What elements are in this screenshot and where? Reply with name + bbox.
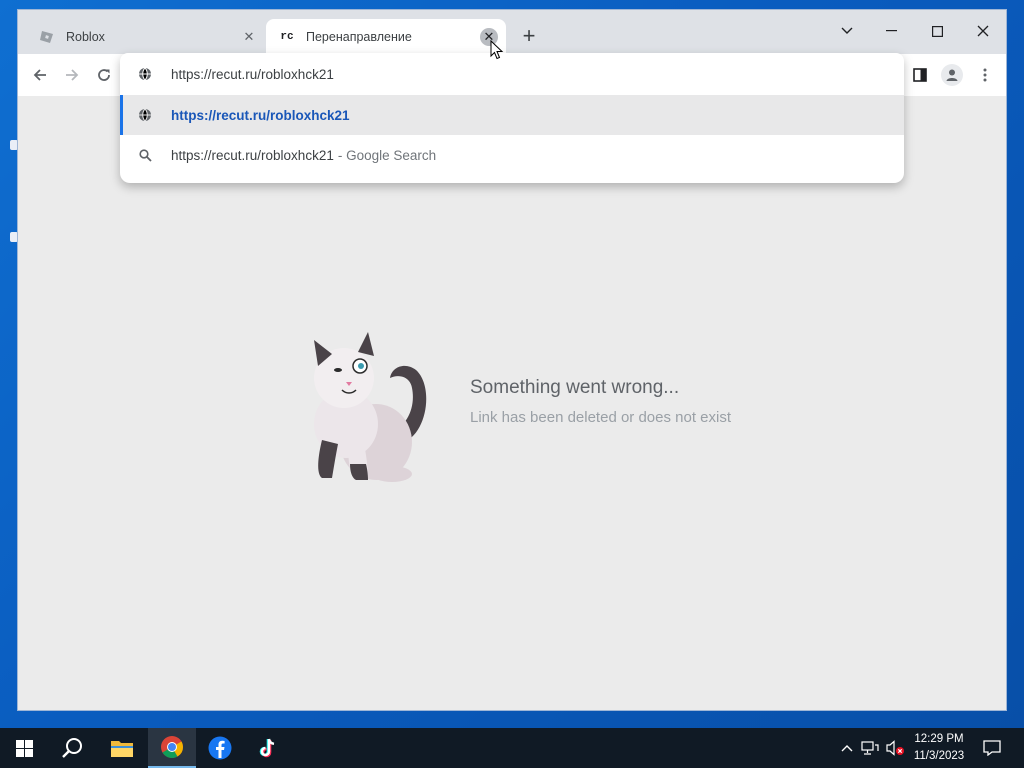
suggestion-suffix: - Google Search (337, 147, 437, 163)
tab-close-icon[interactable]: ✕ (240, 28, 258, 46)
reload-icon[interactable] (92, 63, 116, 87)
address-bar[interactable]: https://recut.ru/robloxhck21 (120, 54, 904, 94)
search-icon[interactable] (48, 728, 96, 768)
tab-title: Перенаправление (306, 29, 412, 44)
globe-icon (137, 107, 153, 123)
mouse-cursor-icon (490, 39, 504, 65)
minimize-button[interactable] (868, 16, 914, 46)
system-clock[interactable]: 12:29 PM 11/3/2023 (905, 731, 973, 765)
new-tab-button[interactable]: + (518, 25, 540, 48)
desktop-icon[interactable] (0, 118, 18, 158)
volume-muted-icon[interactable] (884, 728, 906, 768)
tiktok-icon[interactable] (244, 728, 292, 768)
search-icon (137, 147, 153, 163)
maximize-button[interactable] (914, 16, 960, 46)
rc-favicon-icon: rc (280, 30, 294, 43)
taskbar: 12:29 PM 11/3/2023 (0, 728, 1024, 768)
close-window-button[interactable] (960, 16, 1006, 46)
suggestion-query: https://recut.ru/robloxhck21 (171, 147, 334, 163)
error-subtitle: Link has been deleted or does not exist (470, 409, 732, 426)
suggestion-url: https://recut.ru/robloxhck21 (171, 107, 350, 123)
tab-title: Roblox (66, 29, 105, 44)
clock-time: 12:29 PM (914, 733, 964, 745)
tab-roblox[interactable]: Roblox ✕ (26, 19, 266, 54)
show-hidden-icons-chevron-icon[interactable] (838, 728, 856, 768)
address-input[interactable]: https://recut.ru/robloxhck21 (171, 67, 334, 82)
more-menu-icon[interactable] (973, 63, 997, 87)
omnibox-suggestion[interactable]: https://recut.ru/robloxhck21 (120, 95, 904, 135)
roblox-icon (38, 28, 56, 46)
error-title: Something went wrong... (470, 377, 680, 398)
tab-search-chevron-icon[interactable] (824, 16, 870, 46)
file-explorer-icon[interactable] (98, 728, 146, 768)
chrome-icon[interactable] (148, 728, 196, 768)
network-icon[interactable] (860, 728, 880, 768)
forward-arrow-icon[interactable] (60, 63, 84, 87)
notification-center-icon[interactable] (978, 728, 1006, 768)
cat-illustration (288, 326, 438, 486)
page-content: Something went wrong... Link has been de… (18, 96, 1006, 710)
omnibox-suggestion[interactable]: https://recut.ru/robloxhck21 - Google Se… (120, 135, 904, 175)
tab-strip: Roblox ✕ rc Перенаправление ✕ + (18, 10, 1006, 54)
start-icon[interactable] (0, 728, 48, 768)
tab-redirect[interactable]: rc Перенаправление ✕ (266, 19, 506, 54)
omnibox-dropdown: https://recut.ru/robloxhck21 https://rec… (120, 53, 904, 183)
back-arrow-icon[interactable] (28, 63, 52, 87)
profile-avatar-icon[interactable] (940, 63, 964, 87)
facebook-icon[interactable] (196, 728, 244, 768)
side-panel-icon[interactable] (908, 63, 932, 87)
clock-date: 11/3/2023 (913, 750, 965, 762)
globe-icon (137, 66, 153, 82)
desktop-icon[interactable] (0, 210, 18, 250)
